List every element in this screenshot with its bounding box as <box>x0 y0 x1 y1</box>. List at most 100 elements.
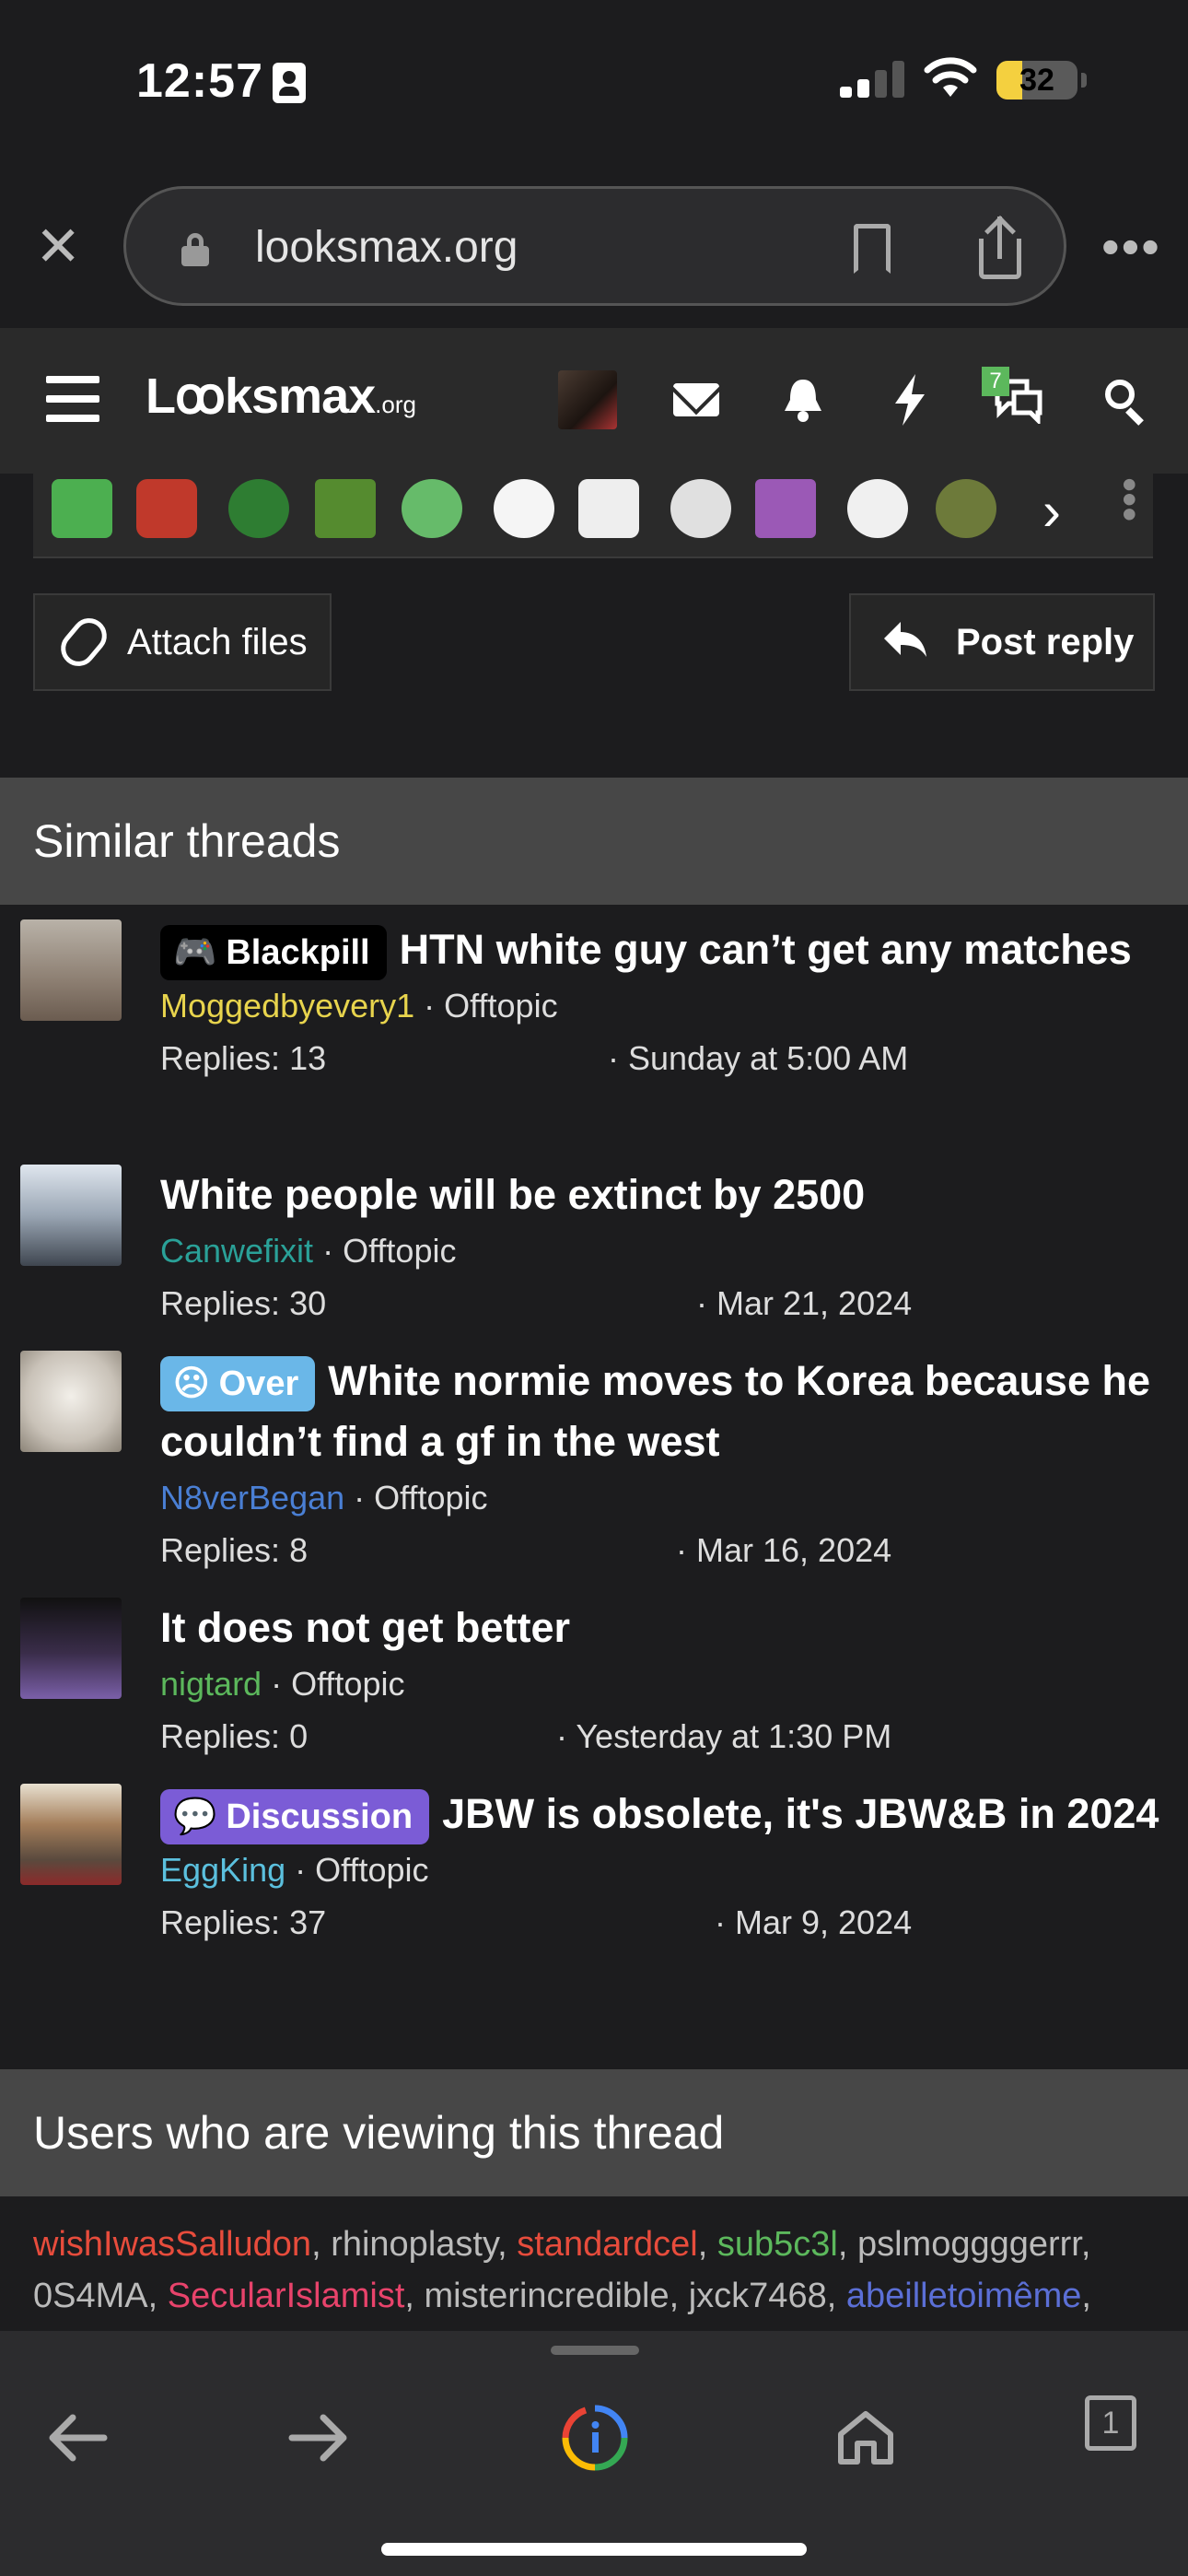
tabs-count-button[interactable]: 1 <box>1085 2395 1136 2451</box>
thread-meta: Canwefixit · Offtopic <box>160 1232 457 1270</box>
reply-count: Replies: 37 <box>160 1903 327 1942</box>
lightning-icon[interactable] <box>882 372 938 427</box>
close-icon[interactable]: ✕ <box>35 219 81 275</box>
browser-toolbar <box>0 2331 1188 2576</box>
thread-author-avatar[interactable] <box>20 1351 122 1452</box>
viewer-username[interactable]: sub5c3l <box>717 2225 838 2264</box>
thread-author-avatar[interactable] <box>20 1165 122 1266</box>
bookmark-icon[interactable] <box>854 224 891 274</box>
viewer-username[interactable]: standardcel <box>517 2225 697 2264</box>
thread-meta: nigtard · Offtopic <box>160 1665 405 1703</box>
logo-text: Lꝏksmax <box>146 369 376 424</box>
viewer-username[interactable]: misterincredible <box>425 2277 670 2315</box>
pepe-emoji-4[interactable] <box>315 479 376 538</box>
reply-count: Replies: 13 <box>160 1039 327 1078</box>
chat-bubbles-icon: 💬 <box>173 1797 217 1837</box>
wojak-emoji-2[interactable] <box>578 479 639 538</box>
thread-date: · Mar 21, 2024 <box>696 1284 913 1322</box>
wojak-emoji-4[interactable] <box>847 479 908 538</box>
thread-forum[interactable]: Offtopic <box>374 1479 487 1516</box>
viewer-username[interactable]: jxck7468 <box>689 2277 827 2315</box>
emoji-picker-strip: › ••• <box>33 474 1154 558</box>
cellular-signal-icon <box>840 59 906 98</box>
thread-title[interactable]: It does not get better <box>160 1598 1173 1658</box>
thread-author[interactable]: EggKing <box>160 1851 285 1889</box>
thread-title[interactable]: 🎮 Blackpill HTN white guy can’t get any ma… <box>160 919 1173 981</box>
family-emoji[interactable] <box>755 479 816 538</box>
thread-forum[interactable]: Offtopic <box>343 1232 456 1270</box>
prefix-tag: ☹ Over <box>160 1356 316 1412</box>
separator: , <box>147 2277 168 2315</box>
wifi-icon <box>923 55 978 107</box>
more-options-icon[interactable]: ••• <box>1101 221 1161 273</box>
viewer-username[interactable]: wishIwasSalludon <box>33 2225 311 2264</box>
home-indicator <box>381 2543 807 2556</box>
chevron-right-icon[interactable]: › <box>1042 479 1061 543</box>
separator: , <box>404 2277 425 2315</box>
google-lens-icon[interactable] <box>549 2392 641 2484</box>
thread-stats: Replies: 0 · Yesterday at 1:30 PM <box>160 1710 1173 1763</box>
wojak-emoji-3[interactable] <box>670 479 731 538</box>
thread-forum[interactable]: Offtopic <box>315 1851 428 1889</box>
prefix-tag: 🎮 Blackpill <box>160 925 387 981</box>
thread-title[interactable]: White people will be extinct by 2500 <box>160 1165 1173 1225</box>
search-icon[interactable] <box>1096 372 1151 427</box>
conversations-badge: 7 <box>982 367 1009 396</box>
thread-author[interactable]: N8verBegan <box>160 1479 344 1516</box>
thread-date: · Mar 16, 2024 <box>676 1531 892 1570</box>
thread-title[interactable]: 💬 Discussion JBW is obsolete, it's JBW&B i… <box>160 1784 1173 1845</box>
separator: , <box>837 2225 857 2264</box>
thread-title[interactable]: ☹ Over White normie moves to Korea because… <box>160 1351 1173 1472</box>
thread-date: · Mar 9, 2024 <box>715 1903 913 1942</box>
site-logo[interactable]: Lꝏksmax.org <box>146 367 416 425</box>
viewer-username[interactable]: pslmoggggerrr <box>857 2225 1081 2264</box>
battery-cap <box>1081 73 1087 88</box>
thread-author-avatar[interactable] <box>20 1598 122 1699</box>
viewer-username[interactable]: rhinoplasty <box>331 2225 497 2264</box>
bell-icon[interactable] <box>775 372 831 427</box>
attach-files-button[interactable]: Attach files <box>33 593 332 691</box>
share-icon[interactable] <box>973 216 1029 281</box>
pepe-emoji-1[interactable] <box>52 479 112 538</box>
thread-author[interactable]: Moggedbyevery1 <box>160 987 414 1025</box>
battery-percent: 32 <box>1019 63 1054 98</box>
thread-stats: Replies: 13 · Sunday at 5:00 AM <box>160 1032 1173 1085</box>
thread-author-avatar[interactable] <box>20 1784 122 1885</box>
post-reply-button[interactable]: Post reply <box>849 593 1155 691</box>
menu-icon[interactable] <box>46 376 99 422</box>
browser-url-bar: ✕ looksmax.org ••• <box>0 166 1188 328</box>
thread-author-avatar[interactable] <box>20 919 122 1021</box>
reply-count: Replies: 8 <box>160 1531 309 1570</box>
pepe-emoji-2[interactable] <box>136 479 197 538</box>
home-icon[interactable] <box>820 2392 912 2484</box>
drag-handle[interactable] <box>551 2346 639 2355</box>
inbox-icon[interactable] <box>669 372 724 427</box>
separator: , <box>826 2277 846 2315</box>
separator: , <box>1080 2225 1091 2264</box>
post-reply-label: Post reply <box>956 621 1135 662</box>
forward-arrow-icon[interactable] <box>273 2392 365 2484</box>
separator: , <box>697 2225 717 2264</box>
wojak-emoji-1[interactable] <box>494 479 554 538</box>
gamepad-icon: 🎮 <box>173 933 217 973</box>
thread-stats: Replies: 30 · Mar 21, 2024 <box>160 1277 1173 1330</box>
vertical-dots-icon[interactable]: ••• <box>1106 477 1154 521</box>
thread-forum[interactable]: Offtopic <box>291 1665 404 1703</box>
thread-author[interactable]: Canwefixit <box>160 1232 313 1270</box>
user-avatar[interactable] <box>558 370 617 429</box>
pepe-emoji-5[interactable] <box>402 479 462 538</box>
sad-face-icon: ☹ <box>173 1364 210 1404</box>
shrek-emoji[interactable] <box>936 479 996 538</box>
back-arrow-icon[interactable] <box>31 2392 123 2484</box>
viewer-username[interactable]: SecularIslamist <box>168 2277 405 2315</box>
separator: , <box>311 2225 332 2264</box>
thread-stats: Replies: 37 · Mar 9, 2024 <box>160 1896 1173 1950</box>
thread-author[interactable]: nigtard <box>160 1665 262 1703</box>
lock-icon <box>181 233 209 266</box>
viewer-username[interactable]: abeilletoimême <box>846 2277 1082 2315</box>
thread-stats: Replies: 8 · Mar 16, 2024 <box>160 1524 1173 1577</box>
address-field[interactable]: looksmax.org <box>123 186 1066 306</box>
viewer-username[interactable]: 0S4MA <box>33 2277 148 2315</box>
pepe-emoji-3[interactable] <box>228 479 289 538</box>
thread-forum[interactable]: Offtopic <box>444 987 557 1025</box>
